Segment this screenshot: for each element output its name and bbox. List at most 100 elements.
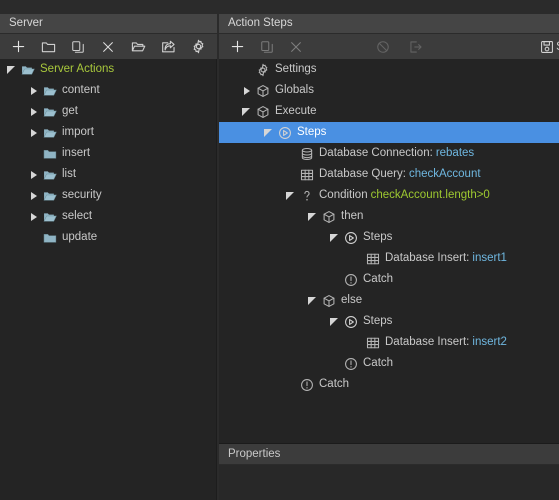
properties-header: Properties [219,444,559,465]
tree-row[interactable]: import [0,122,216,143]
tree-row[interactable]: Catch [219,374,559,395]
tree-row-label: Settings [275,63,317,75]
server-toolbar [0,34,217,60]
tree-row[interactable]: Database Insert: insert1 [219,248,559,269]
tree-expander-icon[interactable] [307,206,319,227]
tree-arrow-placeholder [28,227,40,248]
tree-arrow-placeholder [285,164,297,185]
save-label[interactable]: S [553,34,559,59]
tree-row[interactable]: Globals [219,80,559,101]
tree-row-label: import [62,126,94,138]
folder-open-icon [40,80,59,101]
export-icon[interactable] [156,34,180,59]
action-steps-panel: Action Steps S Settings Globals Execute Ste… [219,14,559,500]
add-icon[interactable] [6,34,30,59]
tree-row[interactable]: security [0,185,216,206]
cube-icon [253,101,272,122]
tree-expander-icon[interactable] [28,122,40,143]
folder-open-icon [40,206,59,227]
cube-icon [319,290,338,311]
tree-arrow-placeholder [285,143,297,164]
action-steps-tabbar: Action Steps [219,14,559,34]
tree-row[interactable]: insert [0,143,216,164]
tree-row-label: get [62,105,78,117]
tree-row[interactable]: Settings [219,59,559,80]
action-steps-tree[interactable]: Settings Globals Execute Steps Database Conn… [219,59,559,444]
tree-row[interactable]: Execute [219,101,559,122]
tree-row[interactable]: Steps [219,227,559,248]
window-top-strip [0,0,559,14]
tree-row[interactable]: update [0,227,216,248]
tree-expander-icon[interactable] [241,101,253,122]
copy-icon[interactable] [66,34,90,59]
tree-row[interactable]: Steps [219,122,559,143]
tree-expander-icon[interactable] [329,311,341,332]
delete-step-icon [284,34,308,59]
delete-icon[interactable] [96,34,120,59]
tree-row-value: checkAccount.length>0 [370,189,490,201]
tree-row[interactable]: list [0,164,216,185]
tab-server[interactable]: Server [0,14,43,33]
tree-row-label: else [341,294,363,306]
tree-row-label: Database Insert: [385,336,470,348]
folder-open-icon [18,59,37,80]
tree-row-label: list [62,168,77,180]
folder-closed-icon [40,227,59,248]
tree-expander-icon[interactable] [329,227,341,248]
gear-icon [253,59,272,80]
tree-row-label: Condition [319,189,368,201]
tree-arrow-placeholder [351,332,363,353]
play-icon [341,311,360,332]
tree-row-label: Database Connection: [319,147,433,159]
tree-row-value: checkAccount [408,168,481,180]
tree-row-label: Server Actions [40,63,115,75]
settings-gear-icon[interactable] [186,34,210,59]
tree-arrow-placeholder [285,374,297,395]
tree-row-label: Execute [275,105,317,117]
tree-expander-icon[interactable] [28,80,40,101]
tree-arrow-placeholder [241,59,253,80]
tree-expander-icon[interactable] [28,206,40,227]
tree-row[interactable]: Catch [219,353,559,374]
tree-expander-icon[interactable] [307,290,319,311]
server-tree[interactable]: Server Actions content get import insert list… [0,59,217,500]
server-tabbar: Server [0,14,217,34]
folder-closed-icon [40,143,59,164]
tree-arrow-placeholder [329,353,341,374]
add-step-icon[interactable] [225,34,249,59]
properties-pane: Properties [219,443,559,500]
tree-expander-icon[interactable] [263,122,275,143]
tree-expander-icon[interactable] [241,80,253,101]
folder-open-icon [40,164,59,185]
tree-row-label: then [341,210,364,222]
tree-row-label: security [62,189,102,201]
tree-row[interactable]: Steps [219,311,559,332]
tree-arrow-placeholder [351,248,363,269]
tree-row[interactable]: select [0,206,216,227]
tree-row-label: Catch [363,273,394,285]
tree-expander-icon[interactable] [28,164,40,185]
cube-icon [319,206,338,227]
new-folder-icon[interactable] [36,34,60,59]
open-folder-icon[interactable] [126,34,150,59]
application-window: Server Server Actions content get import ins… [0,0,559,500]
tab-action-steps[interactable]: Action Steps [219,14,293,33]
tree-expander-icon[interactable] [6,59,18,80]
tree-row[interactable]: Condition checkAccount.length>0 [219,185,559,206]
tree-expander-icon[interactable] [28,185,40,206]
tree-row[interactable]: content [0,80,216,101]
tree-row[interactable]: Catch [219,269,559,290]
tree-row[interactable]: get [0,101,216,122]
tree-row-label: select [62,210,93,222]
tree-row[interactable]: Database Insert: insert2 [219,332,559,353]
tree-row[interactable]: then [219,206,559,227]
tree-row-label: insert [62,147,91,159]
condition-icon [297,185,316,206]
tree-expander-icon[interactable] [285,185,297,206]
tree-row[interactable]: Database Connection: rebates [219,143,559,164]
tree-row[interactable]: Database Query: checkAccount [219,164,559,185]
tree-row[interactable]: else [219,290,559,311]
tree-expander-icon[interactable] [28,101,40,122]
tree-row-label: content [62,84,100,96]
tree-row[interactable]: Server Actions [0,59,216,80]
